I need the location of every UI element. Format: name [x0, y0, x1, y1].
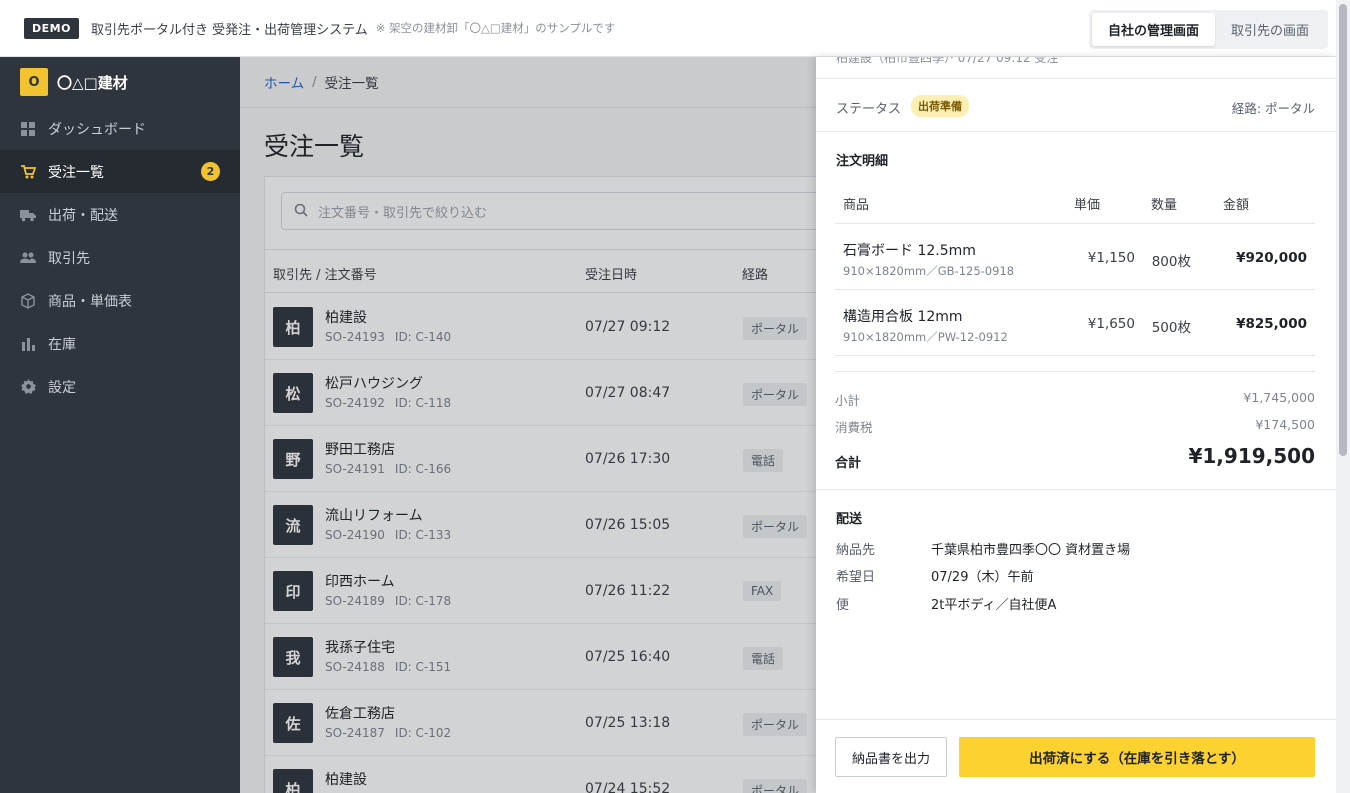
- sidebar-item-customers[interactable]: 取引先: [0, 236, 240, 279]
- status-row: ステータス 出荷準備 経路: ポータル: [816, 78, 1336, 132]
- sidebar-item-orders[interactable]: 受注一覧 2: [0, 150, 240, 193]
- item-qty: 500枚: [1151, 320, 1191, 336]
- people-icon: [20, 250, 36, 266]
- item-qty: 800枚: [1151, 254, 1191, 270]
- mode-switch: 自社の管理画面 取引先の画面: [1088, 10, 1328, 49]
- sidebar-item-products[interactable]: 商品・単価表: [0, 279, 240, 322]
- sidebar-item-label: 受注一覧: [48, 164, 104, 181]
- route-text: 経路: ポータル: [1231, 101, 1315, 116]
- total-label: 合計: [835, 456, 862, 471]
- shipping-value: 07/29（木）午前: [931, 570, 1034, 585]
- bar-chart-icon: [20, 336, 36, 352]
- column-header-product: 商品: [843, 198, 870, 213]
- orders-count-badge: 2: [201, 162, 220, 181]
- item-amount: ¥825,000: [1236, 316, 1307, 332]
- shipping-value: 2t平ボディ／自社便A: [931, 598, 1057, 613]
- sidebar-item-label: 商品・単価表: [48, 293, 132, 310]
- brand-name: 〇△□建材: [57, 73, 128, 92]
- grid-icon: [20, 121, 36, 137]
- tax-value: ¥174,500: [1255, 417, 1315, 432]
- mode-admin-button[interactable]: 自社の管理画面: [1091, 13, 1215, 46]
- sidebar: O 〇△□建材 ダッシュボード 受注一覧 2 出荷・配送 取引先 商品・単価表: [0, 57, 240, 793]
- sidebar-item-label: 取引先: [48, 250, 90, 267]
- shipping-key: 便: [836, 598, 850, 613]
- box-icon: [20, 292, 36, 309]
- mark-shipped-button[interactable]: 出荷済にする（在庫を引き落とす）: [959, 737, 1315, 777]
- item-price: ¥1,150: [1087, 250, 1135, 266]
- sidebar-item-settings[interactable]: 設定: [0, 365, 240, 408]
- mode-partner-button[interactable]: 取引先の画面: [1215, 13, 1325, 46]
- status-label: ステータス: [836, 102, 902, 117]
- item-name: 構造用合板 12mm: [843, 309, 963, 325]
- divider: [835, 371, 1315, 372]
- sidebar-item-label: ダッシュボード: [48, 121, 146, 138]
- subtotal-row: 小計 ¥1,745,000: [835, 390, 1315, 409]
- drawer-subtitle: 柏建設（柏市豊四季）· 07/27 09:12 受注: [836, 57, 1059, 65]
- shipping-value: 千葉県柏市豊四季〇〇 資材置き場: [931, 543, 1131, 558]
- order-detail-drawer: 柏建設（柏市豊四季）· 07/27 09:12 受注 ステータス 出荷準備 経路…: [816, 57, 1336, 793]
- drawer-footer: 納品書を出力 出荷済にする（在庫を引き落とす）: [816, 719, 1336, 793]
- item-spec: 910×1820mm／GB-125-0918: [843, 264, 1015, 278]
- sidebar-item-dashboard[interactable]: ダッシュボード: [0, 107, 240, 150]
- sidebar-item-inventory[interactable]: 在庫: [0, 322, 240, 365]
- top-bar: DEMO 取引先ポータル付き 受発注・出荷管理システム ※ 架空の建材卸「〇△□…: [0, 0, 1350, 57]
- cart-icon: [20, 164, 36, 180]
- scrollbar-thumb[interactable]: [1339, 4, 1347, 456]
- item-name: 石膏ボード 12.5mm: [843, 243, 976, 259]
- sidebar-item-label: 在庫: [48, 336, 76, 353]
- items-table-header: 商品 単価 数量 金額: [835, 182, 1315, 224]
- tax-label: 消費税: [835, 420, 873, 435]
- column-header-amount: 金額: [1223, 198, 1250, 213]
- subtotal-value: ¥1,745,000: [1243, 390, 1315, 405]
- item-amount: ¥920,000: [1236, 250, 1307, 266]
- system-title: 取引先ポータル付き 受発注・出荷管理システム: [90, 22, 368, 38]
- sidebar-item-shipping[interactable]: 出荷・配送: [0, 193, 240, 236]
- total-value: ¥1,919,500: [1188, 444, 1315, 468]
- modal-overlay[interactable]: [240, 57, 816, 793]
- system-note: ※ 架空の建材卸「〇△□建材」のサンプルです: [375, 21, 616, 35]
- item-row: 石膏ボード 12.5mm 910×1820mm／GB-125-0918 ¥1,1…: [835, 224, 1315, 290]
- brand-logo: O: [20, 68, 48, 96]
- items-section-title: 注文明細: [836, 154, 889, 169]
- shipping-key: 希望日: [836, 570, 876, 585]
- subtotal-label: 小計: [835, 393, 861, 408]
- sidebar-item-label: 設定: [48, 379, 76, 396]
- demo-badge: DEMO: [24, 17, 79, 39]
- divider: [816, 489, 1336, 490]
- scrollbar[interactable]: [1336, 0, 1350, 793]
- item-row: 構造用合板 12mm 910×1820mm／PW-12-0912 ¥1,650 …: [835, 290, 1315, 356]
- brand[interactable]: O 〇△□建材: [0, 57, 240, 107]
- gear-icon: [20, 379, 36, 395]
- status-badge: 出荷準備: [911, 95, 969, 117]
- column-header-qty: 数量: [1151, 198, 1178, 213]
- shipping-key: 納品先: [836, 543, 876, 558]
- item-price: ¥1,650: [1087, 316, 1135, 332]
- truck-icon: [20, 207, 36, 223]
- print-delivery-note-button[interactable]: 納品書を出力: [835, 737, 947, 777]
- column-header-price: 単価: [1074, 198, 1101, 213]
- item-spec: 910×1820mm／PW-12-0912: [843, 330, 1008, 344]
- sidebar-item-label: 出荷・配送: [48, 207, 118, 224]
- tax-row: 消費税 ¥174,500: [835, 417, 1315, 436]
- shipping-section-title: 配送: [836, 512, 863, 527]
